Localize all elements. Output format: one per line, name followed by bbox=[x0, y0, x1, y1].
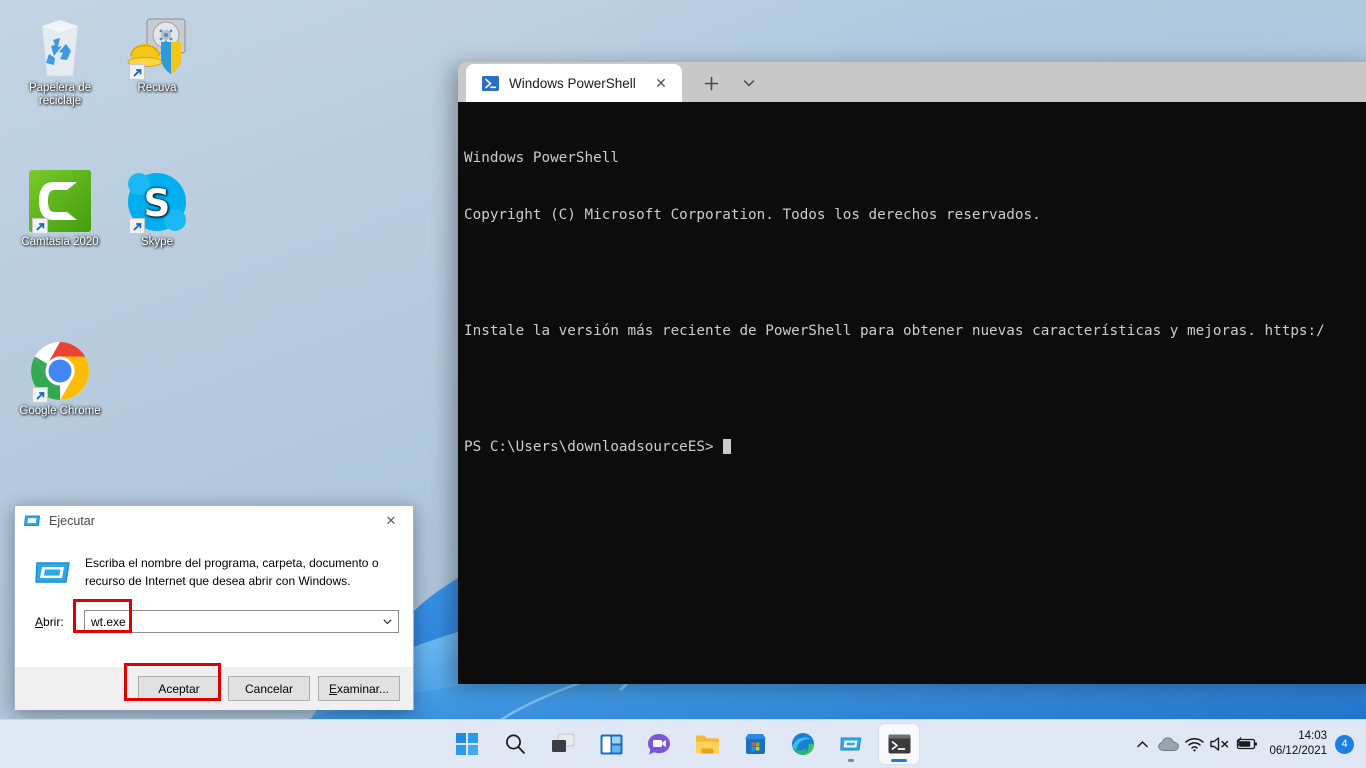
tray-overflow-chevron-icon[interactable] bbox=[1129, 724, 1155, 764]
shortcut-arrow-icon bbox=[129, 64, 145, 80]
recuva-icon bbox=[107, 14, 207, 80]
desktop-icon-label: Camtasia 2020 bbox=[21, 236, 99, 248]
run-dialog-title-bar[interactable]: Ejecutar ✕ bbox=[15, 506, 413, 536]
shortcut-arrow-icon bbox=[32, 387, 48, 403]
taskbar-item-start[interactable] bbox=[447, 724, 487, 764]
wifi-icon[interactable] bbox=[1181, 724, 1207, 764]
desktop[interactable]: Papelera de reciclaje Recuva Camtasia 20… bbox=[0, 0, 1366, 768]
run-open-combobox[interactable]: wt.exe bbox=[84, 610, 399, 633]
widgets-icon bbox=[600, 734, 622, 754]
terminal-line: Windows PowerShell bbox=[464, 149, 619, 166]
search-icon bbox=[506, 734, 525, 754]
terminal-line: Copyright (C) Microsoft Corporation. Tod… bbox=[464, 207, 1041, 224]
browse-button[interactable]: Examinar... bbox=[318, 676, 400, 701]
battery-charging-icon[interactable] bbox=[1233, 724, 1259, 764]
run-dialog-body: Escriba el nombre del programa, carpeta,… bbox=[15, 536, 413, 667]
run-open-label: Abrir: bbox=[35, 614, 64, 629]
taskbar-indicator bbox=[848, 759, 854, 762]
taskbar-app-group bbox=[447, 724, 919, 764]
windows-terminal-icon bbox=[888, 734, 910, 753]
terminal-prompt: PS C:\Users\downloadsourceES> bbox=[464, 439, 723, 456]
microsoft-edge-icon bbox=[792, 733, 814, 755]
volume-muted-icon[interactable] bbox=[1207, 724, 1233, 764]
taskbar-indicator-active bbox=[891, 759, 907, 762]
taskbar-item-run-dialog[interactable] bbox=[831, 724, 871, 764]
run-dialog-title: Ejecutar bbox=[49, 513, 95, 528]
onedrive-icon[interactable] bbox=[1155, 724, 1181, 764]
run-dialog-buttons: Aceptar Cancelar Examinar... bbox=[15, 667, 413, 710]
terminal-tab-title: Windows PowerShell bbox=[509, 75, 636, 91]
chevron-down-icon[interactable] bbox=[732, 66, 766, 100]
shortcut-arrow-icon bbox=[129, 218, 145, 234]
taskbar-item-microsoft-edge[interactable] bbox=[783, 724, 823, 764]
desktop-icon-recycle-bin[interactable]: Papelera de reciclaje bbox=[10, 14, 110, 108]
notification-badge[interactable]: 4 bbox=[1335, 734, 1354, 754]
run-icon bbox=[840, 737, 862, 751]
run-dialog[interactable]: Ejecutar ✕ Escriba el nombre del program… bbox=[14, 505, 414, 710]
google-chrome-icon bbox=[10, 337, 110, 403]
system-tray: 14:03 06/12/2021 4 bbox=[1129, 724, 1358, 764]
taskbar-item-task-view[interactable] bbox=[543, 724, 583, 764]
shortcut-arrow-icon bbox=[32, 218, 48, 234]
taskbar-item-search[interactable] bbox=[495, 724, 535, 764]
desktop-icon-label: Recuva bbox=[137, 82, 177, 94]
desktop-icon-skype[interactable]: S Skype bbox=[107, 168, 207, 249]
desktop-icon-label: Google Chrome bbox=[19, 405, 101, 417]
new-tab-icon[interactable] bbox=[694, 66, 728, 100]
taskbar-item-microsoft-store[interactable] bbox=[735, 724, 775, 764]
camtasia-icon bbox=[10, 168, 110, 234]
taskbar-clock[interactable]: 14:03 06/12/2021 bbox=[1259, 729, 1335, 759]
chevron-down-icon[interactable] bbox=[377, 611, 398, 632]
close-icon[interactable]: ✕ bbox=[369, 506, 413, 535]
terminal-cursor bbox=[723, 439, 732, 455]
skype-icon: S bbox=[107, 168, 207, 234]
run-large-icon bbox=[35, 554, 71, 590]
task-view-icon bbox=[552, 733, 575, 752]
terminal-line: Instale la versión más reciente de Power… bbox=[464, 323, 1325, 340]
chat-icon bbox=[648, 733, 670, 755]
terminal-tab-powershell[interactable]: Windows PowerShell ✕ bbox=[466, 64, 682, 102]
close-icon[interactable]: ✕ bbox=[648, 70, 674, 96]
taskbar[interactable]: 14:03 06/12/2021 4 bbox=[0, 719, 1366, 768]
taskbar-item-file-explorer[interactable] bbox=[687, 724, 727, 764]
windows-terminal-window[interactable]: Windows PowerShell ✕ Windows PowerShell … bbox=[458, 62, 1366, 684]
microsoft-store-icon bbox=[744, 734, 766, 754]
terminal-title-bar[interactable]: Windows PowerShell ✕ bbox=[458, 62, 1366, 102]
desktop-icon-label: Skype bbox=[141, 236, 173, 248]
powershell-icon bbox=[482, 75, 499, 92]
taskbar-item-windows-terminal[interactable] bbox=[879, 724, 919, 764]
run-open-input-value[interactable]: wt.exe bbox=[85, 615, 377, 629]
run-description-row: Escriba el nombre del programa, carpeta,… bbox=[29, 552, 399, 590]
desktop-icon-camtasia-2020[interactable]: Camtasia 2020 bbox=[10, 168, 110, 249]
windows-start-icon bbox=[456, 733, 478, 755]
terminal-output[interactable]: Windows PowerShell Copyright (C) Microso… bbox=[458, 102, 1366, 684]
taskbar-item-chat[interactable] bbox=[639, 724, 679, 764]
clock-date: 06/12/2021 bbox=[1269, 745, 1327, 757]
taskbar-item-widgets[interactable] bbox=[591, 724, 631, 764]
folder-icon bbox=[695, 735, 719, 753]
accept-button[interactable]: Aceptar bbox=[138, 676, 220, 701]
terminal-prompt-line: PS C:\Users\downloadsourceES> bbox=[464, 438, 1366, 457]
desktop-icon-recuva[interactable]: Recuva bbox=[107, 14, 207, 95]
svg-text:S: S bbox=[144, 182, 171, 225]
run-open-row: Abrir: wt.exe bbox=[29, 610, 399, 633]
recycle-bin-icon bbox=[10, 14, 110, 80]
run-description-text: Escriba el nombre del programa, carpeta,… bbox=[85, 556, 379, 588]
clock-time: 14:03 bbox=[1298, 730, 1327, 742]
run-window-icon bbox=[23, 512, 41, 529]
cancel-button[interactable]: Cancelar bbox=[228, 676, 310, 701]
desktop-icon-google-chrome[interactable]: Google Chrome bbox=[10, 337, 110, 418]
desktop-icon-label: Papelera de reciclaje bbox=[28, 82, 92, 107]
